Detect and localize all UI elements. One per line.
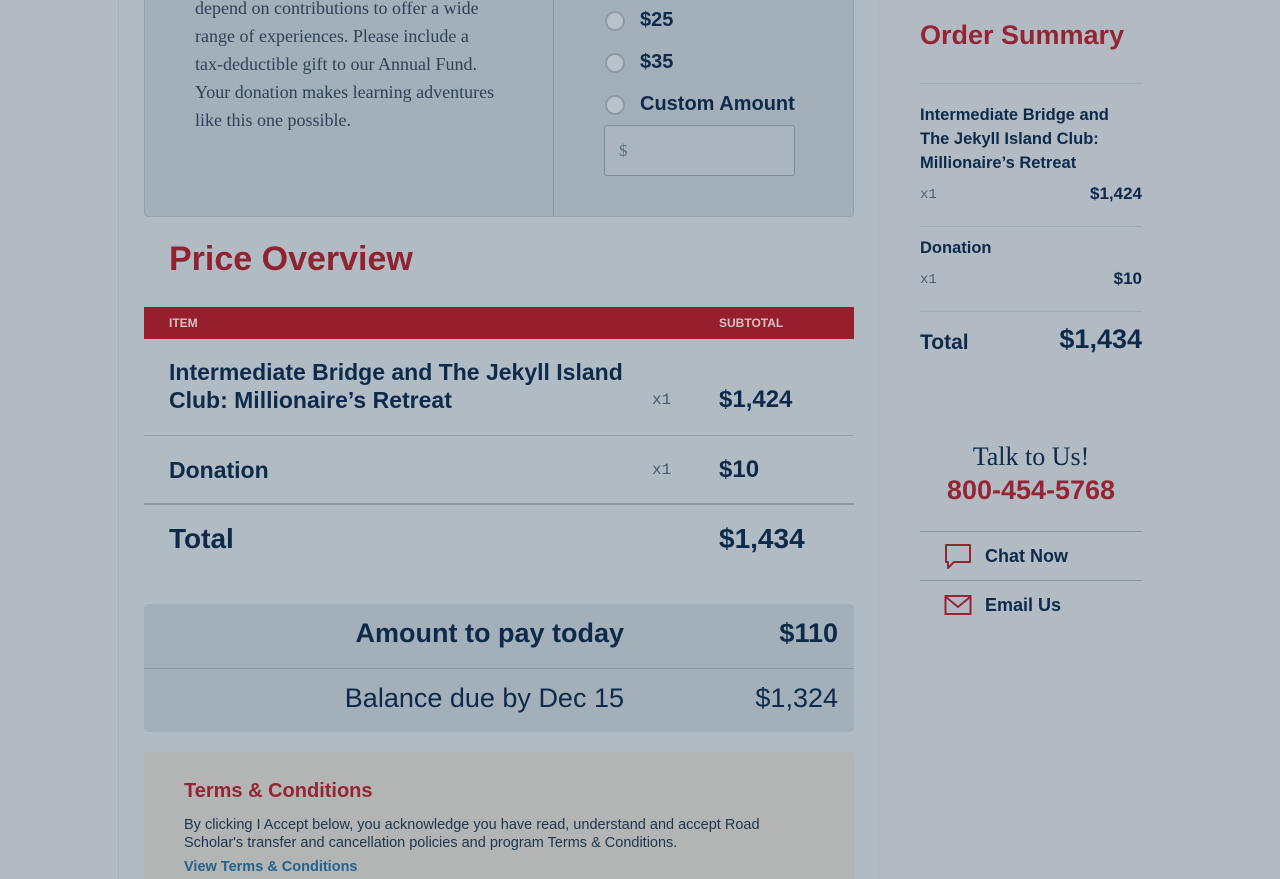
column-header-subtotal: SUBTOTAL [719,316,784,330]
amount-today-label: Amount to pay today [355,618,625,648]
donation-box: depend on contributions to offer a wide … [144,0,854,217]
balance-due-label: Balance due by Dec 15 [344,683,624,713]
chat-bubble-icon [944,542,972,570]
donation-divider [553,0,554,216]
balance-due-value: $1,324 [755,683,838,713]
payment-divider [144,668,854,669]
chat-now-link[interactable]: Chat Now [920,531,1142,580]
price-overview-title: Price Overview [169,240,413,278]
radio-label: Custom Amount [640,93,795,115]
summary-item-qty: x1 [920,272,937,288]
table-row: Donation x1 $10 [144,436,854,505]
donation-description: depend on contributions to offer a wide … [195,0,495,130]
summary-item-price: $10 [1113,269,1142,288]
order-summary-title: Order Summary [920,20,1125,50]
email-us-link[interactable]: Email Us [920,580,1142,629]
column-header-item: ITEM [169,316,198,330]
item-subtotal: $1,424 [719,386,793,413]
summary-total-value: $1,434 [1059,324,1142,354]
total-row: Total $1,434 [144,505,854,575]
radio-button[interactable] [605,10,625,31]
view-terms-link[interactable]: View Terms & Conditions [184,859,358,875]
table-row: Intermediate Bridge and The Jekyll Islan… [144,339,854,436]
phone-number-link[interactable]: 800-454-5768 [920,475,1142,506]
item-qty: x1 [652,461,672,479]
terms-title: Terms & Conditions [184,780,373,802]
summary-item-qty: x1 [920,187,937,203]
radio-label: $25 [640,9,674,31]
radio-label: $35 [640,51,674,73]
total-value: $1,434 [719,523,805,554]
item-name: Intermediate Bridge and The Jekyll Islan… [169,359,623,413]
price-table-header: ITEM SUBTOTAL [144,307,854,339]
terms-box: Terms & Conditions By clicking I Accept … [144,752,854,879]
summary-total-label: Total [920,331,969,354]
summary-item-name: Donation [920,239,992,257]
envelope-icon [944,591,972,619]
donation-option-35[interactable]: $35 [605,51,673,74]
donation-option-25[interactable]: $25 [605,9,673,32]
terms-text: By clicking I Accept below, you acknowle… [184,817,760,851]
summary-item-price: $1,424 [1090,184,1142,203]
amount-today-value: $110 [779,618,838,648]
email-us-label: Email Us [985,594,1062,615]
talk-to-us-heading: Talk to Us! [972,442,1090,471]
total-label: Total [169,523,234,554]
donation-option-custom[interactable]: Custom Amount [605,93,795,116]
radio-button[interactable] [605,52,625,73]
payment-box: Amount to pay today $110 Balance due by … [144,604,854,732]
item-name: Donation [169,457,269,483]
radio-button[interactable] [605,94,625,115]
summary-divider [920,83,1142,84]
custom-amount-input[interactable]: $ [604,125,795,176]
summary-item-name: Intermediate Bridge and The Jekyll Islan… [920,106,1109,172]
summary-divider [920,226,1142,227]
item-qty: x1 [652,391,672,409]
summary-divider [920,311,1142,312]
item-subtotal: $10 [719,456,760,483]
chat-now-label: Chat Now [985,545,1068,566]
